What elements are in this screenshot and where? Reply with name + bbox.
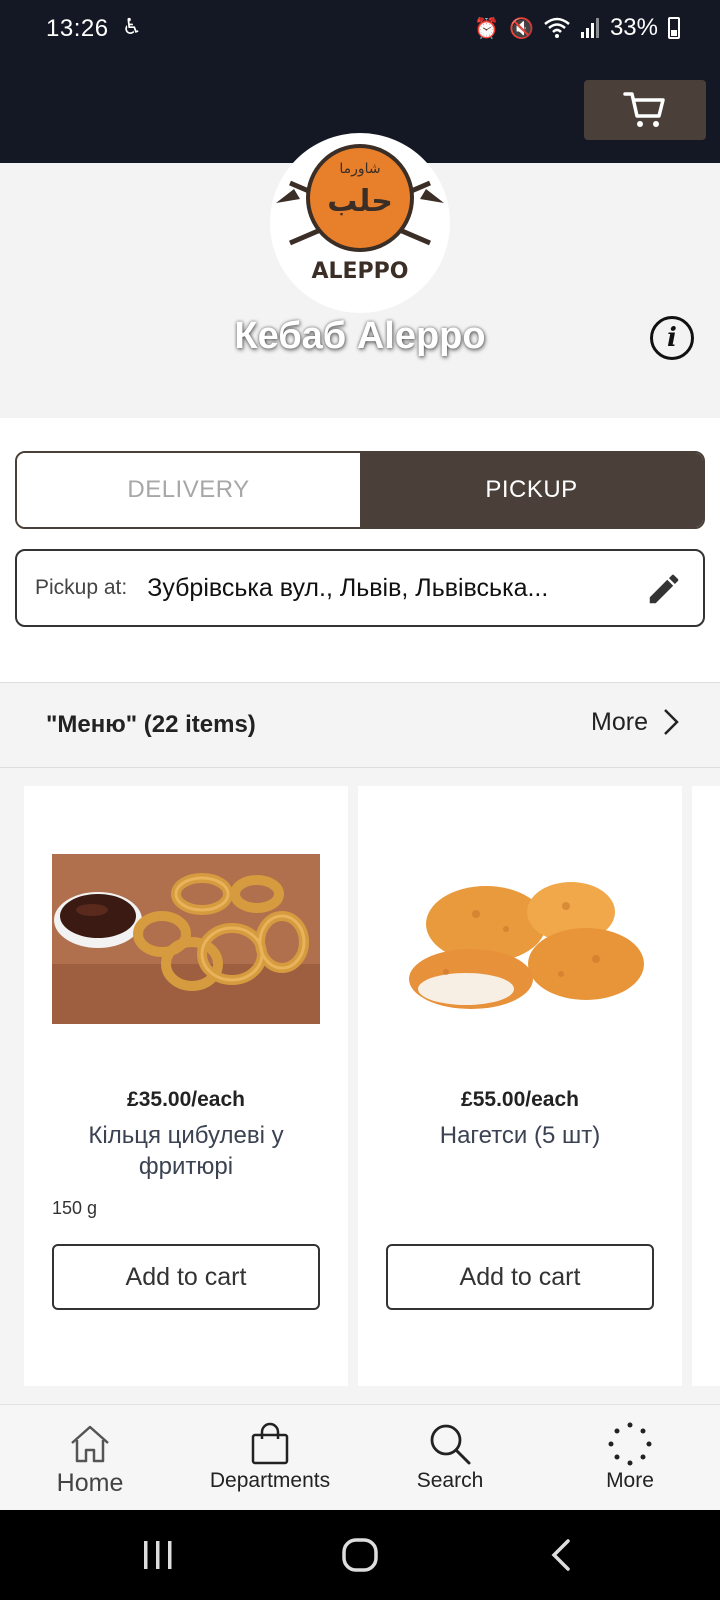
nav-home[interactable]: Home [0, 1405, 180, 1510]
product-weight: 150 g [52, 1198, 98, 1218]
section-title: "Меню" (22 items) [46, 711, 256, 738]
search-icon [430, 1424, 471, 1465]
delivery-tab[interactable]: DELIVERY [17, 453, 360, 527]
accessibility-icon: ♿ [122, 14, 142, 39]
product-carousel[interactable]: £35.00/each Кільця цибулеві у фритюрі 15… [0, 768, 720, 1404]
logo-arabic: حلب [327, 184, 393, 219]
nav-label: Home [56, 1469, 124, 1497]
screen: 13:26 ♿ ⏰ 🔇 33% حلب شاورما ALEPPO Кебаб … [0, 0, 720, 1600]
product-price: £35.00/each [127, 1088, 245, 1111]
battery-percent: 33% [609, 14, 658, 41]
signal-icon [580, 18, 599, 38]
nav-departments[interactable]: Departments [180, 1405, 360, 1510]
cart-icon [623, 92, 665, 127]
recent-apps-icon[interactable] [138, 1535, 178, 1575]
home-icon [71, 1425, 109, 1463]
logo-arabic-small: شاورما [339, 161, 380, 177]
store-name: Кебаб Aleppo [234, 315, 486, 357]
product-card[interactable]: £55.00/each Нагетси (5 шт) Add to cart [358, 786, 682, 1386]
product-card-peek[interactable] [692, 786, 720, 1386]
pickup-label: Pickup at: [35, 576, 128, 599]
product-title: Нагетси (5 шт) [439, 1122, 601, 1149]
pickup-address: Зубрівська вул., Львів, Львівська... [147, 573, 549, 602]
onion-rings-photo [52, 854, 320, 1024]
edit-pencil-icon[interactable] [645, 570, 683, 608]
nuggets-photo [386, 854, 654, 1024]
product-card[interactable]: £35.00/each Кільця цибулеві у фритюрі 15… [24, 786, 348, 1386]
status-time: 13:26 [46, 15, 109, 42]
more-link[interactable]: More [591, 707, 680, 737]
cart-button[interactable] [584, 80, 706, 140]
store-header: حلب شاورما ALEPPO Кебаб Aleppo i [0, 133, 720, 418]
more-dots-icon [608, 1422, 652, 1466]
more-label: More [591, 707, 648, 736]
alarm-icon: ⏰ [474, 17, 500, 40]
nav-label: Search [416, 1469, 484, 1492]
info-button[interactable]: i [650, 316, 694, 360]
bottom-navigation: Home Departments Search More [0, 1404, 720, 1510]
mute-icon: 🔇 [509, 17, 534, 40]
nav-search[interactable]: Search [360, 1405, 540, 1510]
logo-text: ALEPPO [311, 259, 408, 284]
nav-label: Departments [209, 1469, 331, 1492]
product-title: Кільця цибулеві у фритюрі [88, 1122, 284, 1180]
product-price: £55.00/each [461, 1088, 579, 1111]
status-bar: 13:26 ♿ ⏰ 🔇 33% [0, 0, 720, 60]
back-icon[interactable] [542, 1535, 582, 1575]
store-logo: حلب شاورما ALEPPO [270, 133, 450, 313]
info-icon: i [667, 323, 677, 353]
nav-more[interactable]: More [540, 1405, 720, 1510]
wifi-icon [544, 17, 570, 38]
status-icons: ⏰ 🔇 33% [474, 13, 680, 43]
home-circle-icon[interactable] [340, 1535, 380, 1575]
chevron-right-icon [664, 709, 679, 735]
add-to-cart-button[interactable]: Add to cart [386, 1244, 654, 1310]
delivery-pickup-toggle: DELIVERY PICKUP [15, 451, 705, 529]
add-to-cart-button[interactable]: Add to cart [52, 1244, 320, 1310]
system-navigation-bar [0, 1510, 720, 1600]
order-mode-section: DELIVERY PICKUP Pickup at: Зубрівська ву… [0, 418, 720, 682]
battery-icon [668, 17, 680, 39]
pickup-tab[interactable]: PICKUP [360, 453, 703, 527]
pickup-location-field[interactable]: Pickup at: Зубрівська вул., Львів, Львів… [15, 549, 705, 627]
shopping-bag-icon [251, 1422, 289, 1465]
menu-section-header: "Меню" (22 items) More [0, 682, 720, 768]
nav-label: More [606, 1469, 654, 1492]
